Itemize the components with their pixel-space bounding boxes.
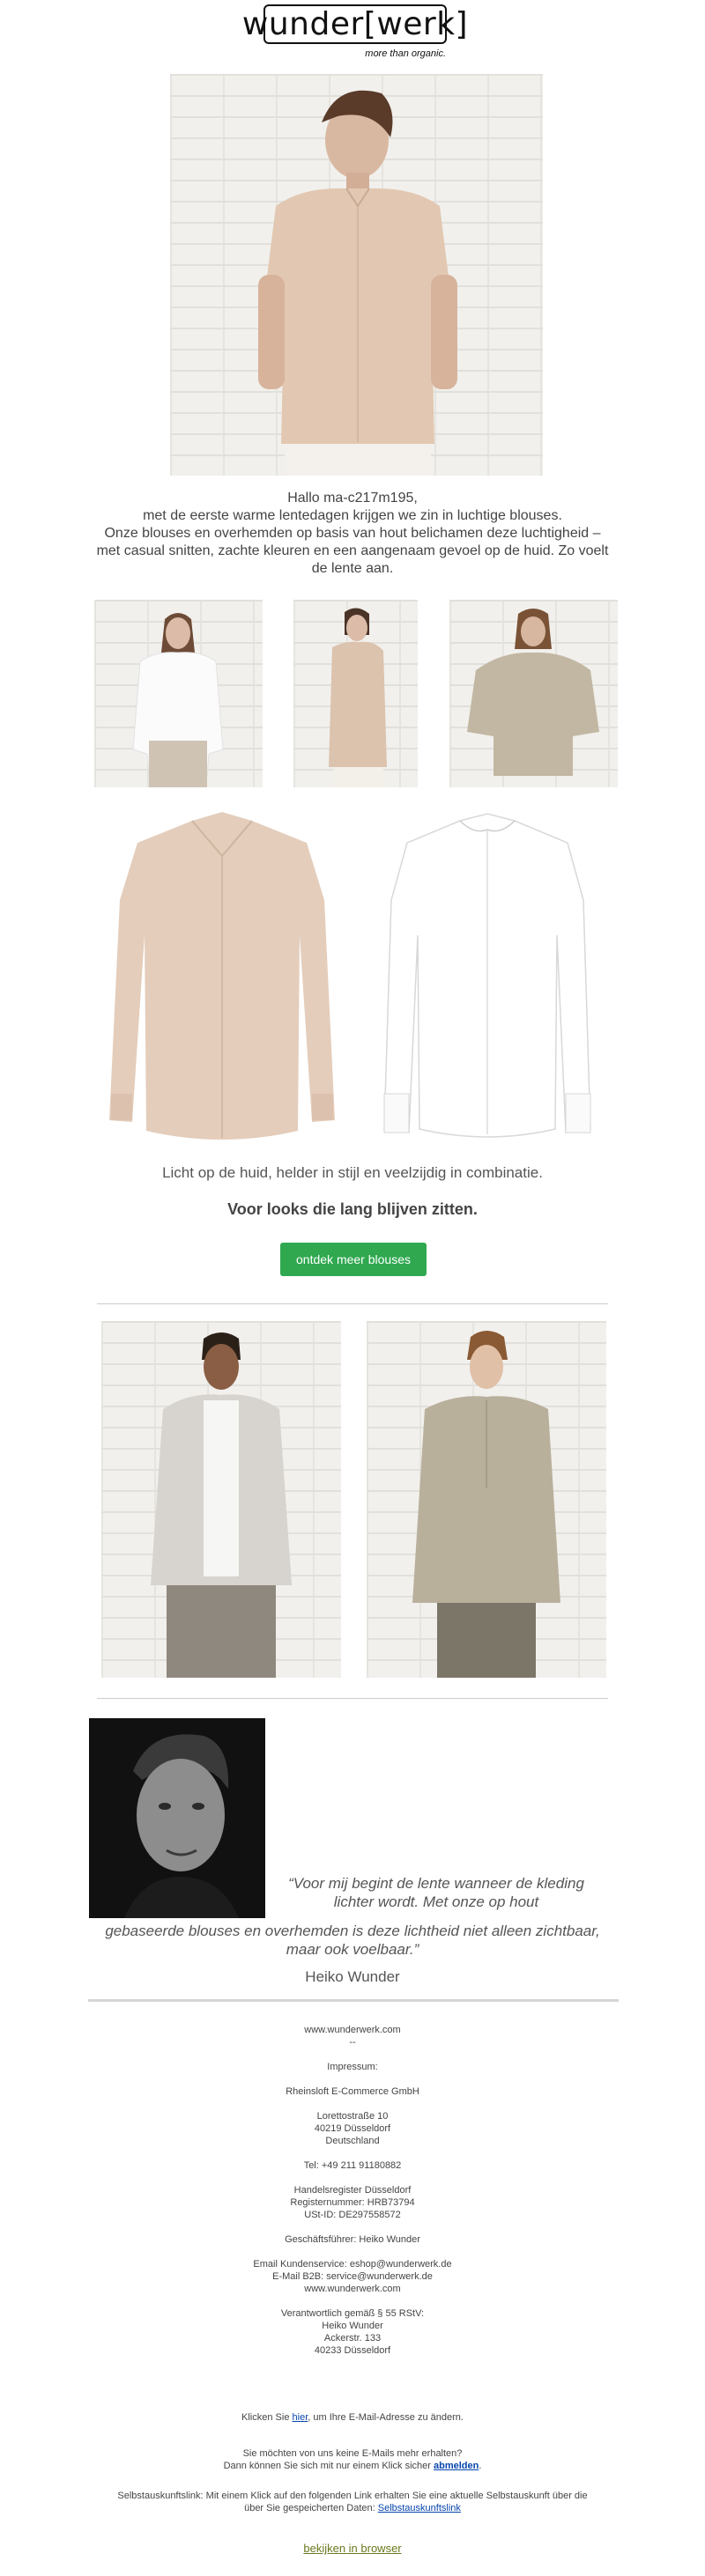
footer-website[interactable]: www.wunderwerk.com [88, 2024, 617, 2036]
unsubscribe-prefix: Dann können Sie sich mit nur einem Klick… [223, 2461, 434, 2471]
address-line-1: Lorettostraße 10 [316, 2111, 389, 2122]
brand-tagline: more than organic. [365, 48, 446, 59]
responsible-line-4: 40233 Düsseldorf [314, 2345, 391, 2356]
contact-line-3: www.wunderwerk.com [304, 2284, 401, 2294]
impressum-title: Impressum: [327, 2062, 378, 2072]
product-image-beige-blouse[interactable] [104, 803, 340, 1152]
women-subline: Licht op de huid, helder in stijl en vee… [162, 1164, 543, 1181]
ceo: Geschäftsführer: Heiko Wunder [285, 2234, 420, 2245]
unsubscribe-suffix: . [479, 2461, 482, 2471]
quote-line-2: lichter wordt. Met onze op hout [333, 1893, 539, 1910]
quote-author: Heiko Wunder [305, 1968, 400, 1985]
self-info-line-1: Selbstauskunftslink: Mit einem Klick auf… [117, 2491, 588, 2501]
intro-text: Hallo ma-c217m195, met de eerste warme l… [79, 490, 626, 578]
view-in-browser-link[interactable]: bekijken in browser [88, 2542, 617, 2555]
quote-line-1: “Voor mij begint de lente wanneer de kle… [288, 1875, 584, 1892]
brand-logo[interactable]: wunder[werk] [242, 4, 468, 44]
contact-line-2: E-Mail B2B: service@wunderwerk.de [272, 2271, 433, 2282]
register-line-3: USt-ID: DE297558572 [304, 2210, 401, 2220]
model-illustration [329, 608, 387, 787]
intro-greeting: Hallo ma-c217m195, [287, 491, 418, 506]
phone: Tel: +49 211 91180882 [303, 2160, 402, 2171]
footer: www.wunderwerk.com -- Impressum: Rheinsl… [88, 2024, 617, 2357]
unsubscribe-line-1: Sie möchten von uns keine E-Mails mehr e… [242, 2448, 463, 2459]
hero-image[interactable] [170, 74, 543, 476]
company-name: Rheinsloft E-Commerce GmbH [286, 2086, 419, 2097]
product-image-men-olive-shirt[interactable] [367, 1321, 606, 1678]
beige-blouse-illustration [109, 812, 335, 1140]
discover-blouses-label: ontdek meer blouses [296, 1252, 411, 1266]
unsubscribe-text: Sie möchten von uns keine E-Mails mehr e… [88, 2447, 617, 2472]
quote-line-3: gebaseerde blouses en overhemden is deze… [105, 1923, 600, 1939]
address-line-2: 40219 Düsseldorf [314, 2123, 391, 2134]
change-email-suffix: , um Ihre E-Mail-Adresse zu ändern. [308, 2412, 464, 2423]
hero-model-illustration [258, 90, 457, 476]
responsible-line-3: Ackerstr. 133 [323, 2333, 382, 2343]
founder-quote: “Voor mij begint de lente wanneer de kle… [88, 1874, 617, 1959]
address-line-3: Deutschland [325, 2136, 380, 2146]
model-illustration [467, 609, 599, 776]
footer-divider [88, 1999, 619, 2002]
change-email-link[interactable]: hier [293, 2412, 308, 2423]
view-in-browser-label[interactable]: bekijken in browser [303, 2542, 401, 2555]
register-line-2: Registernummer: HRB73794 [290, 2197, 415, 2208]
intro-line-4: de lente aan. [311, 561, 394, 576]
intro-line-3: met casual snitten, zachte kleuren en ee… [96, 543, 609, 558]
quote-line-4: maar ook voelbaar.” [286, 1941, 419, 1958]
responsible-line-1: Verantwortlich gemäß § 55 RStV: [280, 2308, 425, 2319]
product-image-men-grey-shirt[interactable] [101, 1321, 341, 1678]
discover-blouses-button[interactable]: ontdek meer blouses [280, 1243, 427, 1276]
self-info-prefix: über Sie gespeicherten Daten: [244, 2503, 378, 2513]
product-image-white-blouse-model[interactable] [94, 600, 263, 787]
contact-line-1: Email Kundenservice: eshop@wunderwerk.de [253, 2259, 452, 2270]
white-blouse-illustration [383, 813, 591, 1138]
self-info-text: Selbstauskunftslink: Mit einem Klick auf… [88, 2490, 617, 2514]
change-email-text: Klicken Sie hier, um Ihre E-Mail-Adresse… [88, 2411, 617, 2424]
model-illustration [412, 1331, 560, 1678]
responsible-line-2: Heiko Wunder [322, 2321, 383, 2331]
register-line-1: Handelsregister Düsseldorf [293, 2185, 412, 2196]
logo-text: wunder[werk] [241, 6, 469, 42]
footer-dashes: -- [349, 2037, 356, 2048]
intro-line-2: Onze blouses en overhemden op basis van … [104, 526, 601, 541]
model-illustration [151, 1332, 292, 1678]
product-image-white-blouse[interactable] [368, 803, 606, 1152]
section-divider-1 [97, 1303, 608, 1304]
self-info-link[interactable]: Selbstauskunftslink [378, 2503, 461, 2513]
model-illustration [132, 613, 224, 787]
change-email-prefix: Klicken Sie [241, 2412, 293, 2423]
product-image-beige-blouse-side[interactable] [293, 600, 418, 787]
women-headline: Voor looks die lang blijven zitten. [227, 1200, 478, 1218]
product-image-khaki-shirt-model[interactable] [449, 600, 618, 787]
unsubscribe-link[interactable]: abmelden [434, 2461, 479, 2471]
section-divider-2 [97, 1698, 608, 1699]
intro-line-1: met de eerste warme lentedagen krijgen w… [143, 508, 562, 523]
